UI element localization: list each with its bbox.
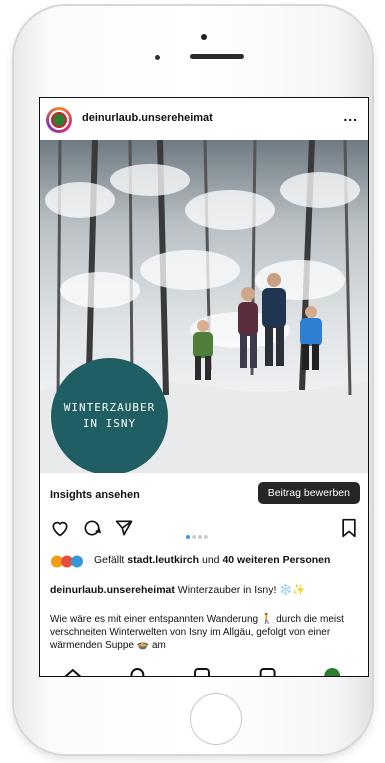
profile-avatar-icon[interactable] [324, 668, 341, 677]
liker-avatars-icon [51, 555, 83, 568]
caption-body: Wie wäre es mit einer entspannten Wander… [50, 614, 344, 651]
likes-user[interactable]: stadt.leutkirch [127, 554, 199, 566]
likes-prefix: Gefällt [94, 554, 125, 566]
send-icon[interactable] [114, 518, 134, 538]
home-icon[interactable] [64, 668, 82, 677]
earpiece-speaker [190, 54, 244, 59]
likes-suffix[interactable]: Personen [283, 554, 331, 566]
post-header: deinurlaub.unsereheimat ... [40, 98, 368, 140]
front-sensor [201, 34, 207, 40]
comment-icon[interactable] [82, 518, 102, 538]
instagram-post-screen: deinurlaub.unsereheimat ... WINTERZAUBER… [39, 97, 369, 677]
heart-icon[interactable] [50, 518, 70, 538]
post-caption: deinurlaub.unsereheimat Winterzauber in … [50, 584, 362, 597]
likes-others[interactable]: 40 weiteren [222, 554, 279, 566]
caption-text: Winterzauber in Isny! ❄️✨ [177, 584, 306, 596]
front-camera [155, 55, 160, 60]
more-options-icon[interactable]: ... [343, 108, 358, 124]
caption-username[interactable]: deinurlaub.unsereheimat [50, 584, 175, 596]
bookmark-icon[interactable] [340, 518, 358, 538]
badge-line-2: IN ISNY [82, 417, 137, 430]
winterzauber-badge: WINTERZAUBER IN ISNY [51, 358, 168, 473]
bottom-nav [64, 668, 341, 677]
promote-button[interactable]: Beitrag bewerben [257, 482, 360, 504]
post-photo[interactable]: WINTERZAUBER IN ISNY [40, 140, 368, 473]
avatar[interactable] [46, 107, 72, 133]
search-icon[interactable] [130, 668, 145, 677]
carousel-indicator [186, 526, 210, 544]
likes-summary[interactable]: Gefällt stadt.leutkirch und 40 weiteren … [50, 554, 362, 568]
new-post-icon[interactable] [194, 668, 210, 677]
post-username[interactable]: deinurlaub.unsereheimat [82, 112, 213, 124]
home-button[interactable] [190, 693, 242, 745]
reels-icon[interactable] [259, 668, 276, 677]
likes-and: und [201, 554, 220, 566]
insights-link[interactable]: Insights ansehen [50, 489, 140, 501]
badge-line-1: WINTERZAUBER [63, 401, 156, 414]
